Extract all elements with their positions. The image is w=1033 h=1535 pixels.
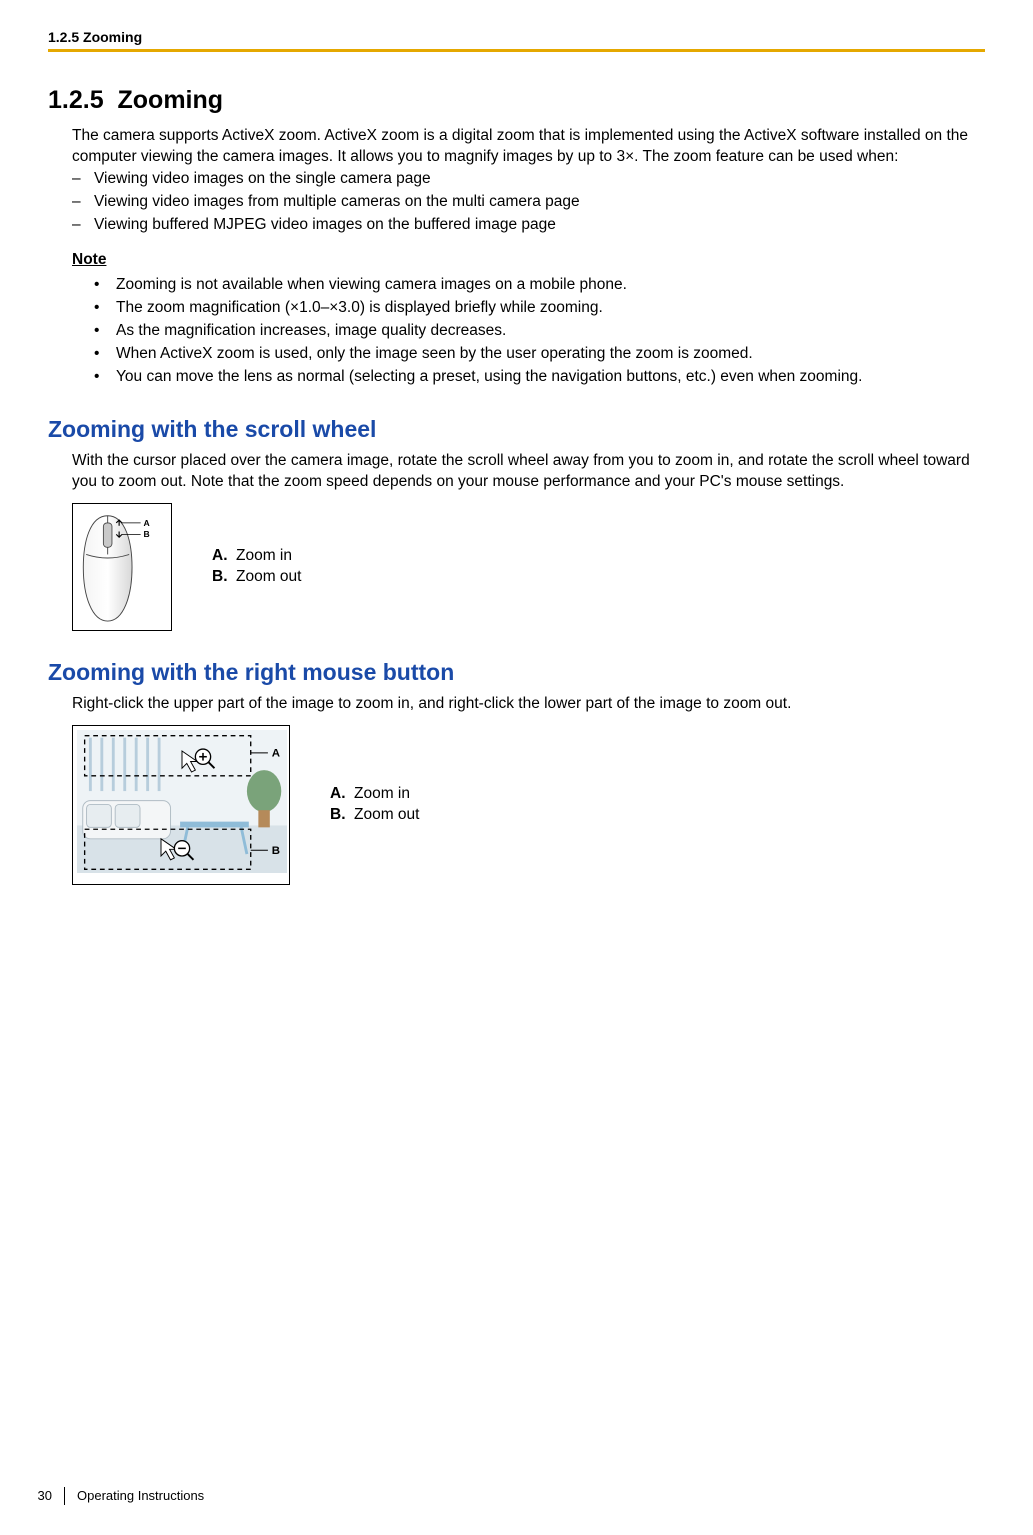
bullet-marker: • bbox=[94, 275, 116, 296]
legend-val-a: Zoom in bbox=[236, 546, 292, 567]
bullet-marker: • bbox=[94, 321, 116, 342]
when-item: Viewing buffered MJPEG video images on t… bbox=[94, 215, 556, 236]
scroll-desc: With the cursor placed over the camera i… bbox=[72, 451, 985, 493]
legend-key-a: A. bbox=[330, 784, 354, 805]
subheading-scroll: Zooming with the scroll wheel bbox=[48, 414, 985, 445]
when-item: Viewing video images from multiple camer… bbox=[94, 192, 580, 213]
note-item: When ActiveX zoom is used, only the imag… bbox=[116, 344, 753, 365]
note-item: You can move the lens as normal (selecti… bbox=[116, 367, 862, 388]
legend-val-b: Zoom out bbox=[354, 805, 419, 826]
legend-key-a: A. bbox=[212, 546, 236, 567]
dash-marker: – bbox=[72, 169, 94, 190]
when-list: –Viewing video images on the single came… bbox=[72, 169, 985, 236]
section-intro: The camera supports ActiveX zoom. Active… bbox=[72, 126, 985, 168]
note-item: As the magnification increases, image qu… bbox=[116, 321, 506, 342]
legend-key-b: B. bbox=[212, 567, 236, 588]
note-label: Note bbox=[72, 250, 985, 271]
figure-label-a: A bbox=[143, 517, 149, 527]
bullet-marker: • bbox=[94, 367, 116, 388]
note-item: The zoom magnification (×1.0–×3.0) is di… bbox=[116, 298, 603, 319]
room-figure: A B bbox=[72, 725, 290, 885]
right-desc: Right-click the upper part of the image … bbox=[72, 694, 985, 715]
page-number: 30 bbox=[24, 1487, 52, 1505]
running-header: 1.2.5 Zooming bbox=[48, 28, 985, 47]
dash-marker: – bbox=[72, 215, 94, 236]
figure-label-b: B bbox=[143, 529, 149, 539]
section-title: Zooming bbox=[118, 86, 224, 114]
header-accent-rule bbox=[48, 49, 985, 52]
doc-title: Operating Instructions bbox=[77, 1487, 204, 1505]
section-number: 1.2.5 bbox=[48, 86, 104, 114]
footer-divider bbox=[64, 1487, 65, 1505]
mouse-figure: A B bbox=[72, 503, 172, 632]
section-heading: 1.2.5 Zooming bbox=[48, 84, 985, 118]
note-list: •Zooming is not available when viewing c… bbox=[94, 275, 985, 388]
legend-key-b: B. bbox=[330, 805, 354, 826]
right-legend: A.Zoom in B.Zoom out bbox=[330, 784, 419, 826]
note-item: Zooming is not available when viewing ca… bbox=[116, 275, 627, 296]
dash-marker: – bbox=[72, 192, 94, 213]
svg-text:A: A bbox=[272, 748, 280, 760]
subheading-right: Zooming with the right mouse button bbox=[48, 657, 985, 688]
room-illustration-icon: A B bbox=[77, 730, 287, 873]
when-item: Viewing video images on the single camer… bbox=[94, 169, 431, 190]
mouse-icon: A B bbox=[79, 510, 165, 625]
scroll-legend: A.Zoom in B.Zoom out bbox=[212, 546, 301, 588]
bullet-marker: • bbox=[94, 344, 116, 365]
legend-val-b: Zoom out bbox=[236, 567, 301, 588]
legend-val-a: Zoom in bbox=[354, 784, 410, 805]
bullet-marker: • bbox=[94, 298, 116, 319]
page-footer: 30 Operating Instructions bbox=[0, 1487, 1033, 1505]
svg-text:B: B bbox=[272, 845, 280, 857]
